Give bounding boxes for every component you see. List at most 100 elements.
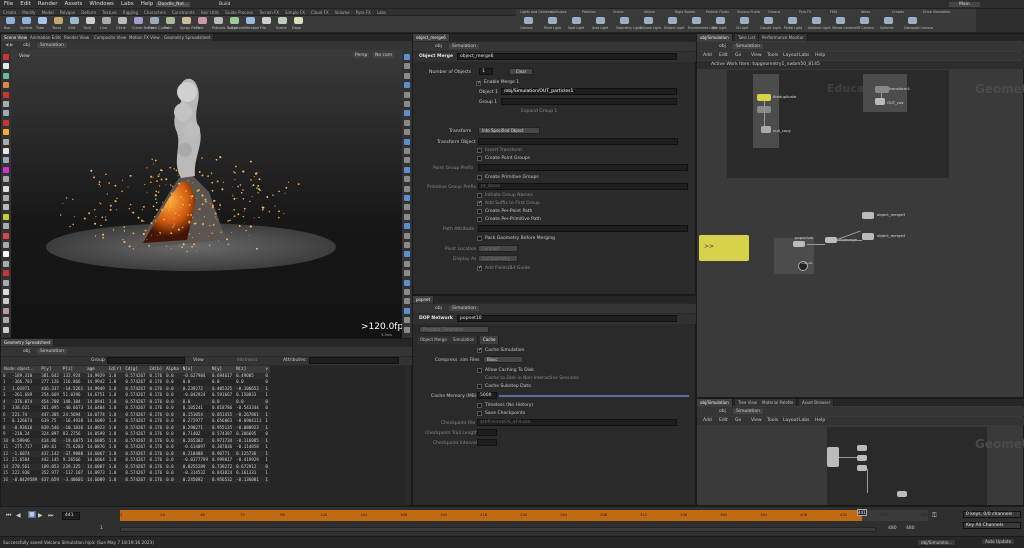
viewer-tab[interactable]: Motion FX View xyxy=(126,34,164,41)
display-option-icon[interactable] xyxy=(404,326,410,333)
cache-memory-slider[interactable] xyxy=(499,395,689,397)
timeline-playhead[interactable]: 441 xyxy=(856,509,867,516)
viewer-path-sim[interactable]: Simulation xyxy=(37,43,67,48)
pivot-location-menu[interactable]: Centroid xyxy=(478,245,518,252)
display-option-icon[interactable] xyxy=(404,129,410,136)
shelf-tool-icon[interactable] xyxy=(294,17,303,24)
viewport-tool-icon[interactable] xyxy=(3,157,9,164)
checkpoint-interval-field[interactable] xyxy=(477,439,497,446)
transform-object-field[interactable] xyxy=(478,138,678,145)
timeline-bar[interactable]: 1 24 48 72 96 120 144 168 192 216 240 264 288 312 336 3… xyxy=(120,509,928,521)
clear-button[interactable]: Clear xyxy=(509,68,533,75)
key-icon[interactable]: ⚿ xyxy=(932,512,937,520)
invert-checkbox[interactable] xyxy=(477,148,482,153)
shelf-right-tab[interactable]: Grains xyxy=(613,10,624,14)
shelf-tool-icon[interactable] xyxy=(246,17,255,24)
checkpoint-trail-field[interactable] xyxy=(477,429,497,436)
param-path-obj[interactable]: obj xyxy=(435,44,442,49)
network-bottom-menu-item[interactable]: Edit xyxy=(719,418,728,423)
intrinsics-toggle[interactable]: Intrinsics xyxy=(237,358,257,363)
menu-windows[interactable]: Windows xyxy=(89,1,114,7)
object1-field[interactable]: /obj/Simulation/OUT_particles1 xyxy=(501,88,677,95)
table-row[interactable]: 15 222.938 352.977 -117.107 14.0973 1.0 0.5742… xyxy=(1,470,270,477)
group-field[interactable] xyxy=(107,357,185,364)
bottom-node-b[interactable] xyxy=(857,445,867,451)
allow-caching-checkbox[interactable] xyxy=(477,368,482,373)
bottom-node-a[interactable] xyxy=(827,447,839,467)
bottom-node-d[interactable] xyxy=(857,465,867,471)
bottom-node-e[interactable] xyxy=(897,491,907,497)
ss-path-sim[interactable]: Simulation xyxy=(37,349,67,354)
add-fields-checkbox[interactable] xyxy=(477,265,482,271)
shelf-tab[interactable]: Deform xyxy=(81,10,96,15)
shelf-right-tool-icon[interactable] xyxy=(788,17,797,24)
cache-memory-field[interactable]: 5000 xyxy=(477,392,497,399)
network-bottom-menu-item[interactable]: Labs xyxy=(799,418,809,423)
shelf-tool-icon[interactable] xyxy=(22,17,31,24)
play-forward-icon[interactable]: ▶ xyxy=(38,512,43,519)
column-header[interactable]: Cd[r] xyxy=(106,366,124,373)
table-row[interactable]: 5 338.621 261.095 -40.6673 14.6404 1.0 0.57426… xyxy=(1,405,270,412)
viewport-tool-icon[interactable] xyxy=(3,204,9,211)
shelf-tool-icon[interactable] xyxy=(102,17,111,24)
subtab-cache[interactable]: Cache xyxy=(480,336,500,344)
tab-popnet[interactable]: popnet xyxy=(413,296,435,303)
network-menu-item[interactable]: Labs xyxy=(799,53,809,58)
shelf-tool-icon[interactable] xyxy=(198,17,207,24)
group1-field[interactable] xyxy=(501,98,677,105)
network-menu-item[interactable]: Help xyxy=(815,53,825,58)
table-row[interactable]: 14 270.561 189.053 239.325 14.6087 1.0 0.57426… xyxy=(1,463,270,470)
viewport-tool-icon[interactable] xyxy=(3,223,9,230)
tab-geometry-spreadsheet[interactable]: Geometry Spreadsheet xyxy=(1,339,55,346)
current-frame-field[interactable]: 441 xyxy=(62,512,80,520)
cache-substep-checkbox[interactable] xyxy=(477,384,482,389)
network-bottom-menu-item[interactable]: Add xyxy=(703,418,712,423)
shelf-tool-icon[interactable] xyxy=(70,17,79,24)
point-group-prefix-field[interactable] xyxy=(478,164,688,171)
network-tab[interactable]: Take List xyxy=(735,34,760,41)
display-option-icon[interactable] xyxy=(404,213,410,220)
shelf-tool-icon[interactable] xyxy=(230,17,239,24)
netb-path-obj[interactable]: obj xyxy=(719,409,726,414)
shelf-right-tool-icon[interactable] xyxy=(764,17,773,24)
path-attribute-field[interactable] xyxy=(478,225,688,232)
node-popsolver[interactable] xyxy=(793,241,805,247)
shelf-right-tab[interactable]: Drive Simulation xyxy=(923,10,950,14)
network-menu-item[interactable]: Add xyxy=(703,53,712,58)
shelf-right-tab[interactable]: Particle Fluids xyxy=(706,10,729,14)
shelf-tab[interactable]: Cloud FX xyxy=(311,10,329,15)
shelf-tab[interactable]: Terrain FX xyxy=(259,10,279,15)
table-row[interactable]: 11 -275.717 109.81 -75.6283 14.0876 1.0 0.5742… xyxy=(1,444,270,451)
build-desktop[interactable]: Build xyxy=(219,2,230,7)
viewport-tool-icon[interactable] xyxy=(3,326,9,333)
desktop-selector[interactable]: Main xyxy=(949,2,980,7)
shelf-tool-icon[interactable] xyxy=(118,17,127,24)
table-row[interactable]: 10 0.59946 434.86 -19.6875 14.6085 1.0 0.57426… xyxy=(1,437,270,444)
display-option-icon[interactable] xyxy=(404,82,410,89)
viewport[interactable]: View Persp No cam >120.0fps 3.3ms xyxy=(11,50,408,338)
spreadsheet-table[interactable]: P[x]P[y]P[z]ageCd[r]Cd[g]Cd[b]AlphaN[x]N… xyxy=(1,366,270,483)
shelf-tool-icon[interactable] xyxy=(166,17,175,24)
save-checkpoints-checkbox[interactable] xyxy=(477,411,482,416)
shelf-right-tab[interactable]: Rigid Bodies xyxy=(675,10,695,14)
cache-sim-checkbox[interactable] xyxy=(477,347,482,353)
display-option-icon[interactable] xyxy=(404,317,410,324)
enable-merge-checkbox[interactable] xyxy=(476,80,481,86)
checkpoint-file-field[interactable]: $HIP/sim/$OS_$F4.sim xyxy=(477,419,677,426)
column-header[interactable]: Cd[b] xyxy=(147,366,165,373)
viewer-tab[interactable]: Composite View xyxy=(91,34,131,41)
subtab-object-merge[interactable]: Object Merge xyxy=(417,336,451,344)
network-menu-item[interactable]: Edit xyxy=(719,53,728,58)
viewport-tool-icon[interactable] xyxy=(3,166,9,173)
range-slider[interactable] xyxy=(120,527,876,532)
viewport-tool-icon[interactable] xyxy=(3,317,9,324)
view-menu[interactable]: View xyxy=(193,358,204,363)
display-option-icon[interactable] xyxy=(404,204,410,211)
network-menu-item[interactable]: Go xyxy=(735,53,741,58)
viewport-tool-icon[interactable] xyxy=(3,185,9,192)
shelf-right-tab[interactable]: FEM xyxy=(830,10,837,14)
subtab-simulation[interactable]: Simulation xyxy=(450,336,479,344)
network-tab[interactable]: obj/Simulation xyxy=(697,34,733,41)
display-option-icon[interactable] xyxy=(404,166,410,173)
display-option-icon[interactable] xyxy=(404,185,410,192)
